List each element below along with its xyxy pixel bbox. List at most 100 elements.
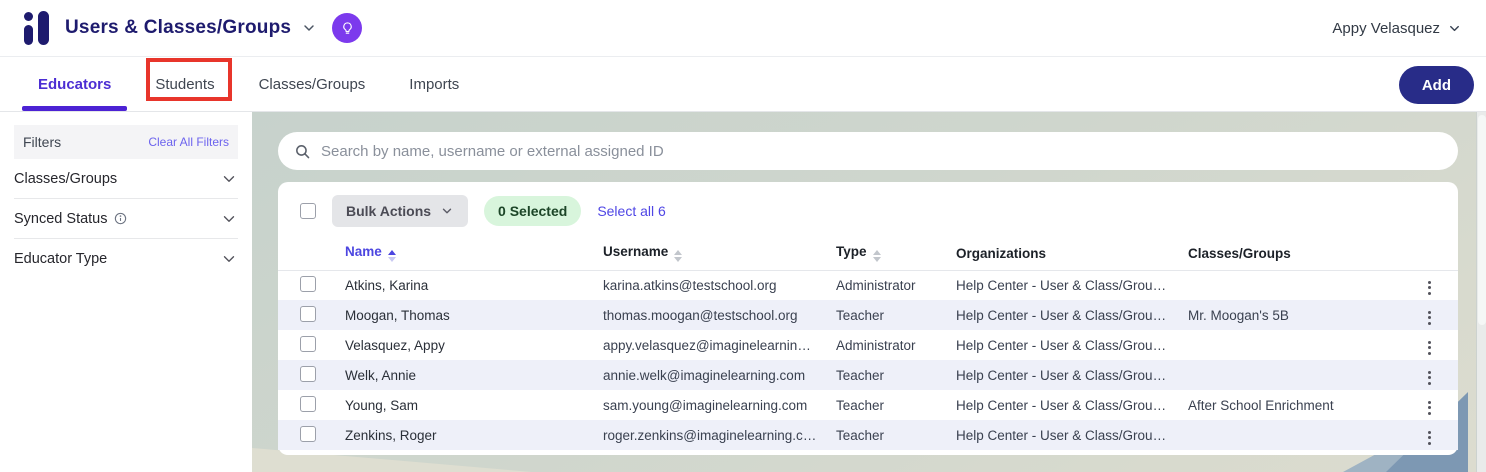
select-all-checkbox[interactable] (300, 203, 316, 219)
column-header-type[interactable]: Type (821, 237, 941, 271)
cell-organizations: Help Center - User & Class/Group ... (956, 397, 1173, 413)
table-row: Zenkins, Roger roger.zenkins@imaginelearn… (278, 420, 1458, 450)
sort-icon (872, 250, 881, 263)
row-menu-kebab-icon[interactable] (1420, 307, 1439, 329)
table-toolbar: Bulk Actions 0 Selected Select all 6 (278, 195, 1458, 227)
user-name: Appy Velasquez (1332, 19, 1440, 37)
table-row: Young, Sam sam.young@imaginelearning.com T… (278, 390, 1458, 420)
bulk-actions-label: Bulk Actions (346, 203, 432, 219)
cell-username: roger.zenkins@imaginelearning.com (603, 427, 821, 443)
filters-title: Filters (23, 134, 62, 150)
search-bar (278, 132, 1458, 170)
column-header-organizations: Organizations (941, 237, 1173, 271)
row-checkbox[interactable] (300, 395, 316, 412)
cell-organizations: Help Center - User & Class/Group ... (956, 367, 1173, 383)
table-row: Moogan, Thomas thomas.moogan@testschool.o… (278, 300, 1458, 330)
table-row: Velasquez, Appy appy.velasquez@imaginelea… (278, 330, 1458, 360)
column-header-classes-groups: Classes/Groups (1173, 237, 1401, 271)
row-menu-kebab-icon[interactable] (1420, 277, 1439, 299)
chevron-down-icon (223, 175, 235, 182)
filter-label: Classes/Groups (14, 170, 118, 187)
clear-all-filters-link[interactable]: Clear All Filters (148, 135, 229, 149)
column-header-name[interactable]: Name (330, 237, 588, 271)
row-menu-kebab-icon[interactable] (1420, 337, 1439, 359)
cell-type: Teacher (836, 397, 885, 413)
sort-asc-icon (387, 250, 396, 263)
scrollbar-thumb[interactable] (1478, 115, 1486, 325)
cell-organizations: Help Center - User & Class/Group ... (956, 277, 1173, 293)
cell-username: appy.velasquez@imaginelearning.... (603, 337, 820, 353)
sort-icon (674, 250, 683, 263)
filter-section-synced-status[interactable]: Synced Status (14, 199, 238, 239)
filter-label: Educator Type (14, 251, 108, 267)
chevron-down-icon (442, 208, 452, 214)
table-row: Atkins, Karina karina.atkins@testschool.o… (278, 270, 1458, 300)
cell-username: karina.atkins@testschool.org (603, 277, 777, 293)
column-header-username[interactable]: Username (588, 237, 821, 271)
help-lightbulb-icon[interactable] (332, 13, 363, 43)
tab-imports[interactable]: Imports (393, 57, 475, 111)
filter-label: Synced Status (14, 210, 108, 227)
row-menu-kebab-icon[interactable] (1420, 427, 1439, 449)
search-magnifier-icon (296, 144, 310, 158)
cell-type: Teacher (836, 427, 885, 443)
cell-organizations: Help Center - User & Class/Group ... (956, 307, 1173, 323)
row-checkbox[interactable] (300, 305, 316, 322)
cell-name: Welk, Annie (345, 367, 417, 383)
user-account-menu[interactable]: Appy Velasquez (1332, 20, 1462, 37)
filter-section-classes-groups[interactable]: Classes/Groups (14, 159, 238, 199)
select-all-link[interactable]: Select all 6 (597, 203, 665, 219)
user-menu-chevron-down-icon (1450, 25, 1459, 31)
row-checkbox[interactable] (300, 425, 316, 442)
row-checkbox[interactable] (300, 275, 316, 292)
tab-classes-groups[interactable]: Classes/Groups (243, 57, 382, 111)
tab-students[interactable]: Students (139, 57, 230, 111)
cell-name: Velasquez, Appy (345, 337, 445, 353)
chevron-down-icon (223, 256, 235, 262)
cell-type: Administrator (836, 277, 916, 293)
cell-username: annie.welk@imaginelearning.com (603, 367, 806, 383)
app-window: Users & Classes/Groups Appy Velasquez Ed… (0, 0, 1486, 472)
cell-type: Teacher (836, 307, 885, 323)
users-table: Name Username Type Organizations Classes… (278, 237, 1458, 450)
row-checkbox[interactable] (300, 365, 316, 382)
filters-sidebar: Filters Clear All Filters Classes/Groups… (0, 112, 252, 472)
chevron-down-icon (223, 215, 235, 222)
filter-section-educator-type[interactable]: Educator Type (14, 239, 238, 279)
header-checkbox-spacer (278, 237, 330, 271)
cell-classes-groups: Mr. Moogan's 5B (1188, 307, 1289, 323)
cell-classes-groups: After School Enrichment (1188, 397, 1334, 413)
cell-username: thomas.moogan@testschool.org (603, 307, 798, 323)
imagine-learning-logo-icon (24, 9, 52, 47)
row-menu-kebab-icon[interactable] (1420, 397, 1439, 419)
row-checkbox[interactable] (300, 335, 316, 352)
tab-bar: Educators Students Classes/Groups Import… (0, 57, 1486, 112)
cell-classes-groups (1173, 270, 1401, 300)
add-button[interactable]: Add (1398, 66, 1474, 104)
header-actions-spacer (1401, 237, 1458, 271)
users-table-card: Bulk Actions 0 Selected Select all 6 Nam… (278, 182, 1458, 455)
search-input[interactable] (321, 142, 1442, 160)
tabs: Educators Students Classes/Groups Import… (22, 57, 475, 111)
main-content: Bulk Actions 0 Selected Select all 6 Na (252, 112, 1476, 472)
bulk-actions-button[interactable]: Bulk Actions (332, 195, 469, 227)
table-body: Atkins, Karina karina.atkins@testschool.o… (278, 270, 1458, 450)
table-row: Welk, Annie annie.welk@imaginelearning.co… (278, 360, 1458, 390)
filters-header: Filters Clear All Filters (14, 125, 238, 159)
top-header: Users & Classes/Groups Appy Velasquez (0, 0, 1486, 57)
selected-count-badge: 0 Selected (484, 196, 582, 226)
cell-classes-groups (1173, 360, 1401, 390)
title-chevron-down-icon[interactable] (301, 20, 317, 36)
cell-type: Administrator (836, 337, 916, 353)
cell-organizations: Help Center - User & Class/Group ... (956, 337, 1173, 353)
vertical-scrollbar[interactable] (1476, 112, 1486, 472)
cell-name: Moogan, Thomas (345, 307, 450, 323)
cell-name: Atkins, Karina (345, 277, 429, 293)
row-menu-kebab-icon[interactable] (1420, 367, 1439, 389)
cell-name: Zenkins, Roger (345, 427, 437, 443)
cell-type: Teacher (836, 367, 885, 383)
info-circle-icon (114, 212, 126, 225)
page-title: Users & Classes/Groups (65, 17, 292, 38)
tab-educators[interactable]: Educators (22, 57, 128, 111)
cell-classes-groups (1173, 420, 1401, 450)
